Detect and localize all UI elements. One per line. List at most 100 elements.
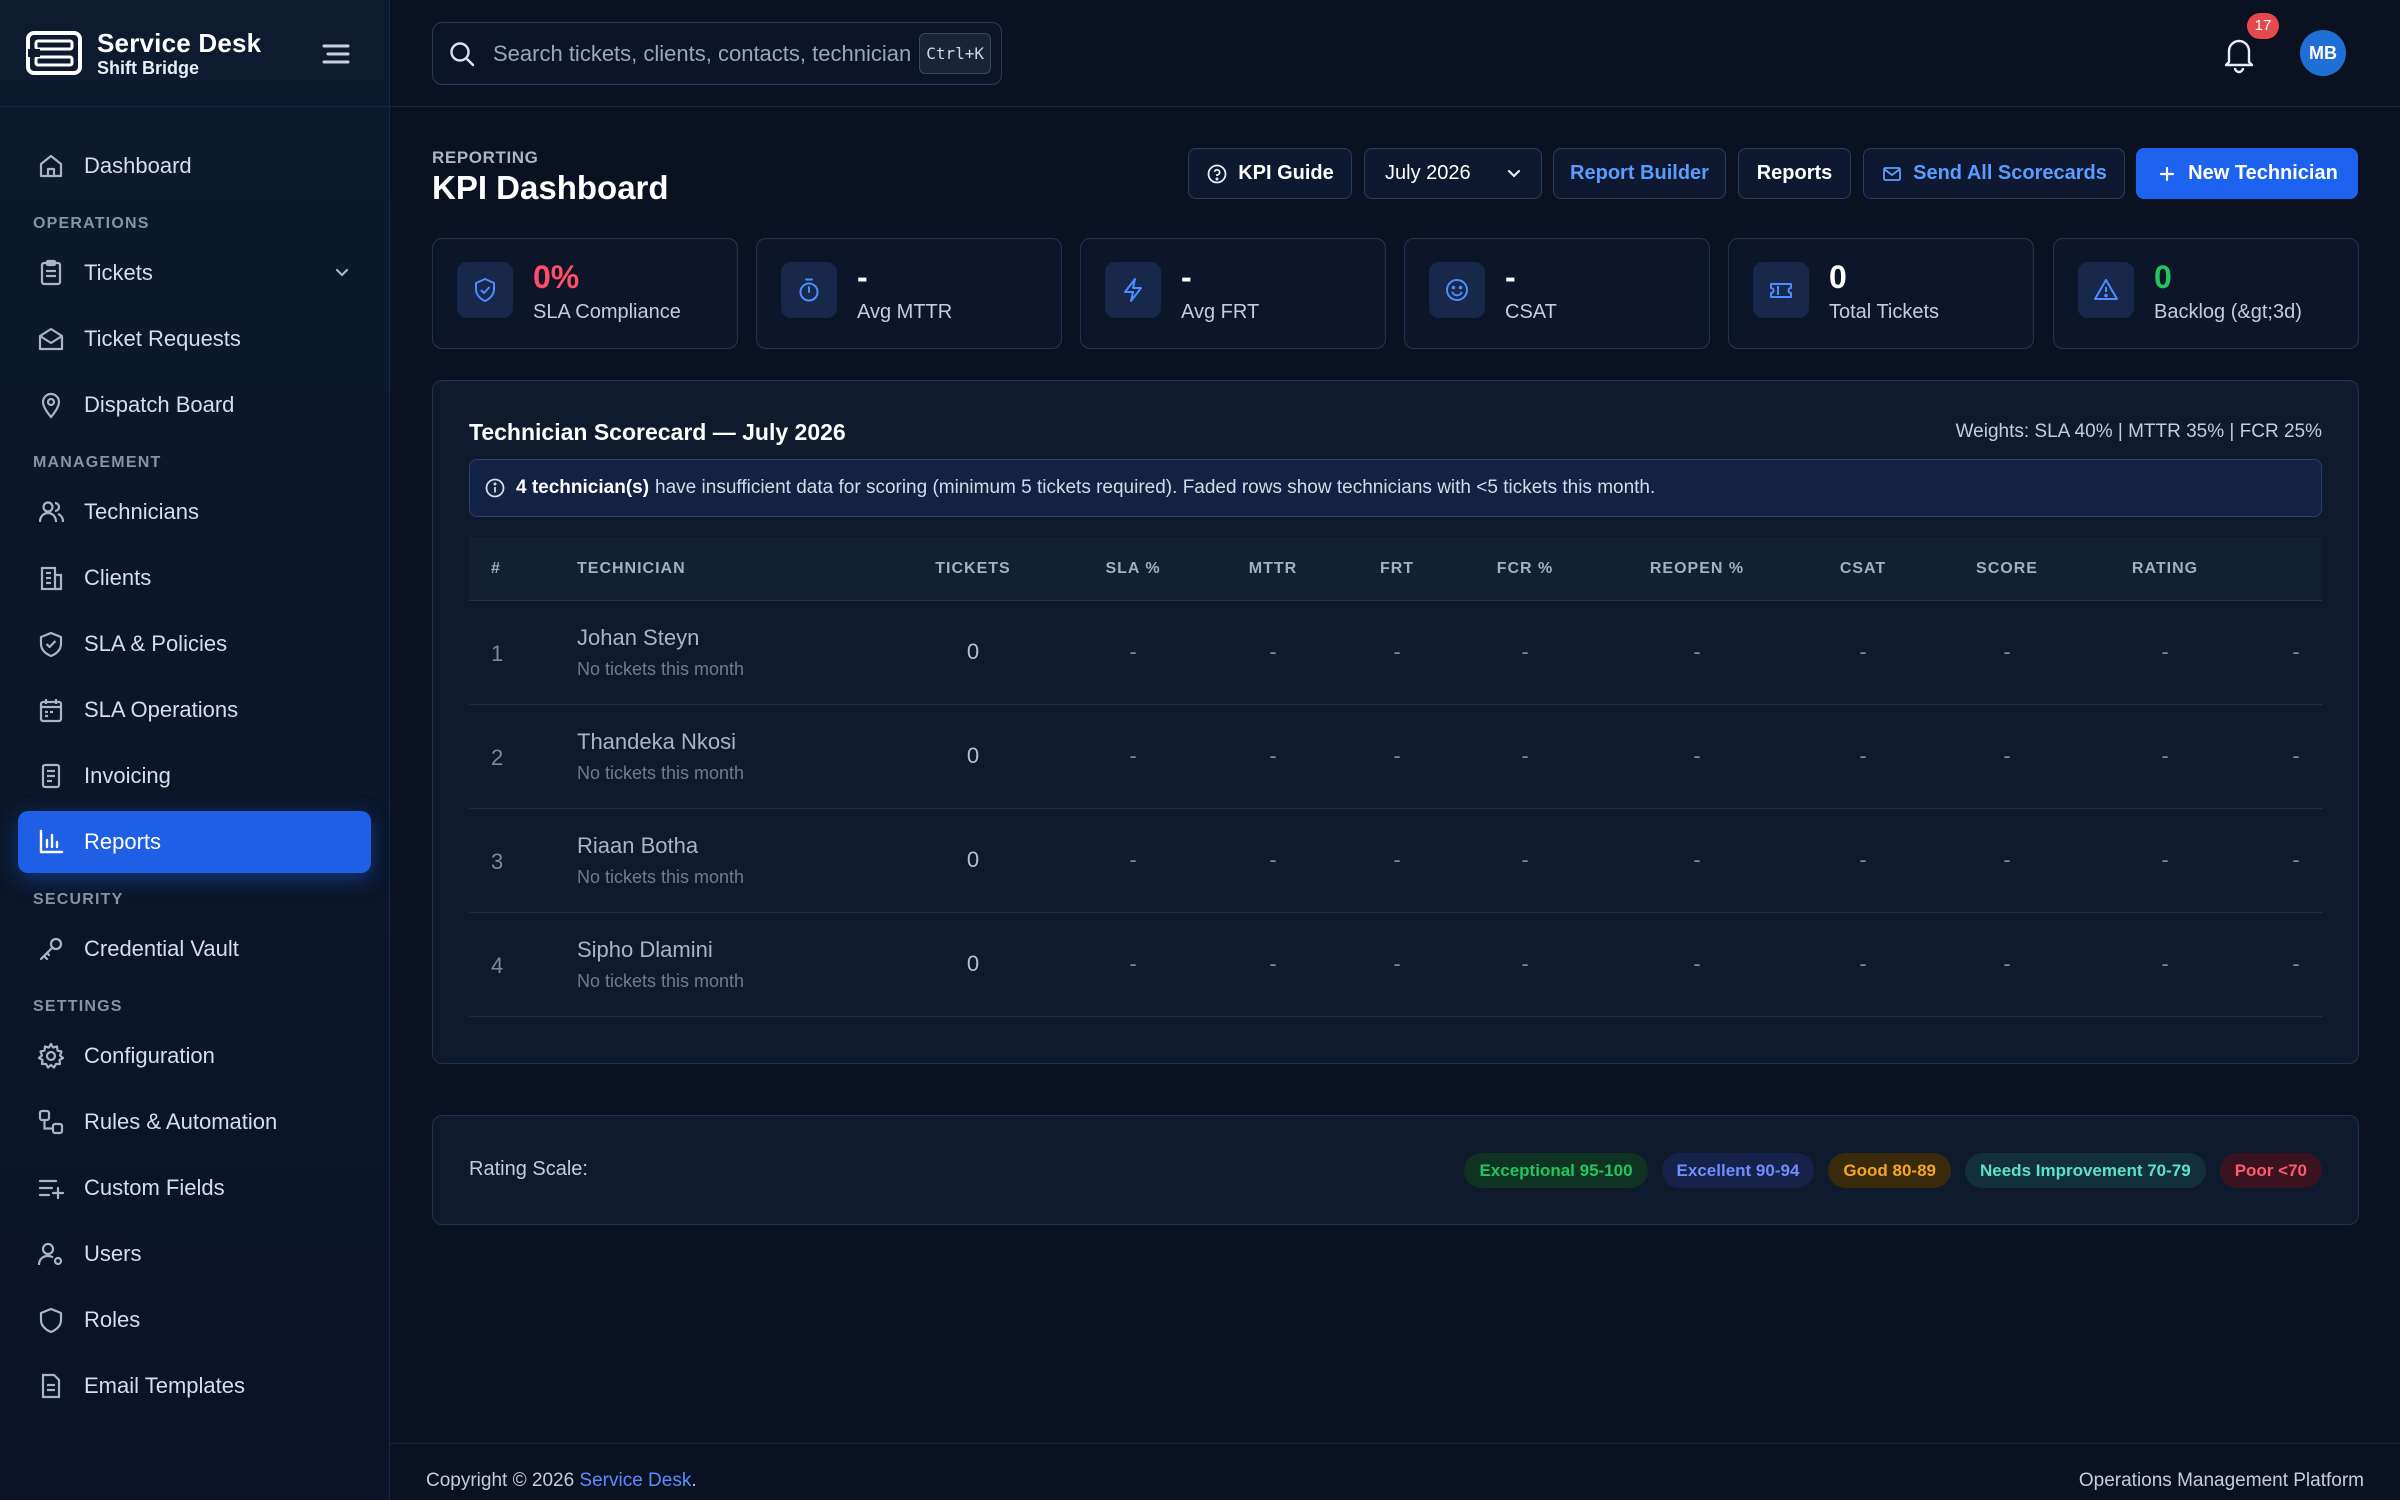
kpi-guide-label: KPI Guide: [1238, 162, 1334, 184]
cell-fcr: -: [1521, 951, 1529, 976]
kpi-card-avg-frt: - Avg FRT: [1080, 238, 1386, 349]
notification-count-badge: 17: [2247, 13, 2279, 39]
cell-score: -: [2003, 847, 2011, 872]
global-search[interactable]: Search tickets, clients, contacts, techn…: [432, 22, 1002, 85]
sidebar-item-ticket-requests[interactable]: Ticket Requests: [18, 308, 371, 370]
chevron-down-icon[interactable]: [331, 262, 353, 284]
sidebar-item-label: Technicians: [84, 499, 199, 524]
technician-name[interactable]: Johan Steyn: [577, 625, 699, 651]
brand: Service Desk Shift Bridge: [0, 0, 389, 107]
cell-csat: -: [1859, 951, 1867, 976]
user-avatar[interactable]: MB: [2300, 30, 2346, 76]
period-select-value: July 2026: [1385, 162, 1471, 184]
sidebar-item-reports[interactable]: Reports: [18, 811, 371, 873]
sidebar-item-label: Ticket Requests: [84, 326, 241, 351]
cell-score: -: [2003, 951, 2011, 976]
sidebar-item-users[interactable]: Users: [18, 1223, 371, 1285]
sidebar-item-technicians[interactable]: Technicians: [18, 481, 371, 543]
table-row[interactable]: 2 Thandeka Nkosi No tickets this month 0…: [469, 705, 2322, 809]
sidebar-item-label: Rules & Automation: [84, 1109, 278, 1134]
technician-name[interactable]: Sipho Dlamini: [577, 937, 713, 963]
copyright-text: Copyright © 2026: [426, 1470, 575, 1491]
cell-frt: -: [1393, 743, 1401, 768]
col-fcr: FCR %: [1496, 560, 1554, 577]
footer-brand-link[interactable]: Service Desk: [579, 1470, 691, 1491]
sidebar-item-dashboard[interactable]: Dashboard: [18, 135, 371, 197]
sidebar-item-label: Users: [84, 1241, 142, 1266]
reports-button[interactable]: Reports: [1738, 148, 1851, 199]
chevron-down-icon: [1507, 169, 1521, 178]
table-row[interactable]: 1 Johan Steyn No tickets this month 0 - …: [469, 601, 2322, 705]
shield-check-icon: [39, 631, 63, 658]
search-input[interactable]: Search tickets, clients, contacts, techn…: [493, 41, 911, 67]
send-all-scorecards-button[interactable]: Send All Scorecards: [1863, 148, 2125, 199]
footer: Copyright © 2026 Service Desk. Operation…: [390, 1443, 2400, 1500]
sidebar-item-label: SLA Operations: [84, 697, 239, 722]
cell-frt: -: [1393, 847, 1401, 872]
technician-name[interactable]: Thandeka Nkosi: [577, 729, 736, 755]
cell-mttr: -: [1269, 639, 1277, 664]
sidebar-item-dispatch-board[interactable]: Dispatch Board: [18, 374, 371, 436]
kpi-card-csat: - CSAT: [1404, 238, 1710, 349]
technician-name[interactable]: Riaan Botha: [577, 833, 698, 859]
sidebar-item-label: Email Templates: [84, 1373, 245, 1398]
rating-pill-exceptional: Exceptional 95-100: [1464, 1153, 1648, 1188]
table-header: # TECHNICIAN TICKETS SLA % MTTR FRT FCR …: [469, 537, 2322, 601]
period-select[interactable]: July 2026: [1364, 148, 1542, 199]
new-technician-button[interactable]: New Technician: [2136, 148, 2358, 199]
table-row[interactable]: 3 Riaan Botha No tickets this month 0 - …: [469, 809, 2322, 913]
cell-sla: -: [1129, 639, 1137, 664]
cell-tickets: 0: [966, 847, 980, 872]
sidebar-item-label: Clients: [84, 565, 152, 590]
scorecard-table: # TECHNICIAN TICKETS SLA % MTTR FRT FCR …: [469, 537, 2322, 1017]
sidebar-item-tickets[interactable]: Tickets: [18, 242, 371, 304]
cell-rating: -: [2161, 847, 2169, 872]
kpi-value: 0%: [533, 259, 580, 295]
sidebar-item-rules-automation[interactable]: Rules & Automation: [18, 1091, 371, 1153]
send-all-scorecards-label: Send All Scorecards: [1913, 162, 2107, 184]
topbar: Search tickets, clients, contacts, techn…: [390, 0, 2400, 107]
cell-sla: -: [1129, 743, 1137, 768]
sidebar-nav: Dashboard OPERATIONS Tickets Ticket Requ…: [0, 107, 389, 1417]
row-rank: 3: [491, 849, 504, 874]
bar-chart-icon: [39, 829, 64, 854]
rating-scale-label: Rating Scale:: [469, 1158, 588, 1180]
sidebar-item-roles[interactable]: Roles: [18, 1289, 371, 1351]
kpi-guide-button[interactable]: KPI Guide: [1188, 148, 1352, 199]
menu-toggle-icon[interactable]: [320, 40, 352, 68]
ticket-icon: [1770, 283, 1792, 298]
info-icon: [485, 478, 505, 498]
kpi-cards: 0% SLA Compliance - Avg MTTR - Avg FRT -…: [432, 238, 2359, 349]
sidebar-item-credential-vault[interactable]: Credential Vault: [18, 918, 371, 980]
technician-note: No tickets this month: [577, 971, 745, 991]
sidebar-item-custom-fields[interactable]: Custom Fields: [18, 1157, 371, 1219]
cell-reopen: -: [1693, 847, 1701, 872]
cell-rating: -: [2161, 743, 2169, 768]
table-row[interactable]: 4 Sipho Dlamini No tickets this month 0 …: [469, 913, 2322, 1017]
kpi-value: -: [857, 259, 868, 295]
notifications-bell-icon[interactable]: [2220, 34, 2258, 74]
report-builder-button[interactable]: Report Builder: [1553, 148, 1726, 199]
notice-text: have insufficient data for scoring (mini…: [655, 477, 1656, 498]
smiley-icon: [1446, 279, 1468, 301]
sidebar-item-sla-operations[interactable]: SLA Operations: [18, 679, 371, 741]
rating-pill-poor: Poor <70: [2219, 1153, 2322, 1188]
sidebar-item-sla-policies[interactable]: SLA & Policies: [18, 613, 371, 675]
sidebar-item-email-templates[interactable]: Email Templates: [18, 1355, 371, 1417]
cell-csat: -: [1859, 743, 1867, 768]
shield-check-icon: [475, 278, 495, 302]
mail-open-icon: [38, 327, 64, 351]
search-icon: [450, 41, 475, 66]
insufficient-data-notice: 4 technician(s) have insufficient data f…: [469, 459, 2322, 517]
workflow-icon: [38, 1109, 64, 1135]
sidebar-item-configuration[interactable]: Configuration: [18, 1025, 371, 1087]
rating-scale-pills: Exceptional 95-100 Excellent 90-94 Good …: [1464, 1153, 2322, 1188]
sidebar-item-clients[interactable]: Clients: [18, 547, 371, 609]
cell-frt: -: [1393, 951, 1401, 976]
sidebar-item-invoicing[interactable]: Invoicing: [18, 745, 371, 807]
cell-score: -: [2003, 639, 2011, 664]
cell-tickets: 0: [966, 639, 980, 664]
col-mttr: MTTR: [1248, 560, 1298, 577]
cell-fcr: -: [1521, 847, 1529, 872]
kpi-card-backlog: 0 Backlog (&gt;3d): [2053, 238, 2359, 349]
